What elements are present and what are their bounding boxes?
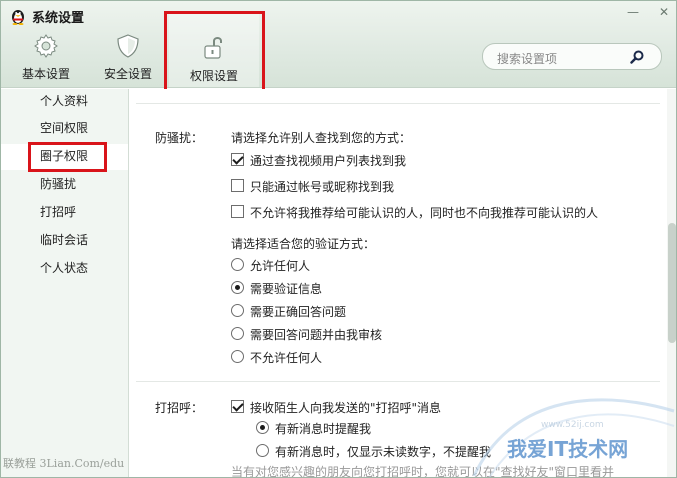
radio-button[interactable] [256,444,269,457]
checkbox[interactable] [231,179,244,192]
watermark-left: 联教程 3Lian.Com/edu [3,457,125,470]
divider [136,103,660,104]
permission-highlight-box [164,11,265,100]
radio-button[interactable] [231,304,244,317]
minimize-button[interactable]: — [622,3,644,21]
search-icon[interactable] [629,49,645,65]
toolbar-basic-settings[interactable]: 基本设置 [15,33,77,83]
toolbar-security-label: 安全设置 [103,67,152,81]
greeting-label: 打招呼： [155,401,204,415]
search-box[interactable]: 搜索设置项 [482,43,662,70]
sidebar-item-anti-harass[interactable]: 防骚扰 [1,172,128,198]
title-toolbar: 系统设置 — ✕ 基本设置 安全设置 权限设置 搜索设置项 [1,1,676,100]
radio-button[interactable] [231,327,244,340]
toolbar-security-settings[interactable]: 安全设置 [99,33,157,83]
window-title: 系统设置 [32,11,85,26]
watermark-right: 我爱IT技术网 [507,437,629,461]
radio-button[interactable] [231,350,244,363]
penguin-icon [12,10,24,25]
checkbox[interactable] [231,205,244,218]
sidebar-item-greeting[interactable]: 打招呼 [1,200,128,226]
sidebar-item-space-permission[interactable]: 空间权限 [1,116,128,142]
toolbar-basic-label: 基本设置 [21,67,70,81]
sidebar-item-personal-status[interactable]: 个人状态 [1,256,128,282]
radio-button[interactable] [256,421,269,434]
sidebar-item-profile[interactable]: 个人资料 [1,89,128,115]
sidebar-item-temp-chat[interactable]: 临时会话 [1,228,128,254]
anti-harass-label: 防骚扰： [155,131,204,145]
verify-method-prompt: 请选择适合您的验证方式： [231,237,376,251]
watermark-url: www.52ij.com [541,420,604,430]
checkbox[interactable] [231,153,244,166]
search-input[interactable]: 搜索设置项 [497,50,557,67]
close-button[interactable]: ✕ [653,3,675,21]
find-method-prompt: 请选择允许别人查找到您的方式： [231,131,412,145]
circle-permission-highlight-box [28,142,107,172]
radio-button[interactable] [231,281,244,294]
scrollbar-thumb[interactable] [668,223,676,343]
gear-icon [34,34,58,58]
settings-window: 系统设置 — ✕ 基本设置 安全设置 权限设置 搜索设置项 个人资料 空间权限 … [0,0,677,478]
checkbox[interactable] [231,400,244,413]
radio-button[interactable] [231,258,244,271]
shield-icon [117,34,139,58]
